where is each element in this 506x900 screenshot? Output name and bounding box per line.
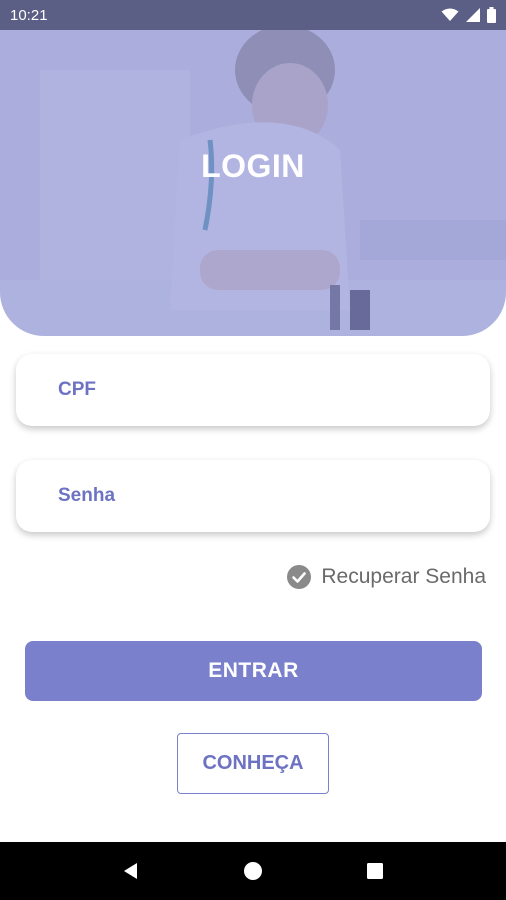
home-icon[interactable] (243, 861, 263, 881)
header-banner: LOGIN (0, 30, 506, 336)
recover-password-link[interactable]: Recuperar Senha (287, 565, 486, 589)
back-icon[interactable] (121, 861, 141, 881)
status-time: 10:21 (10, 6, 48, 24)
status-icons (441, 7, 496, 23)
status-bar: 10:21 (0, 0, 506, 30)
password-field[interactable] (16, 460, 490, 532)
recover-password-label: Recuperar Senha (321, 565, 486, 588)
learn-more-button[interactable]: CONHEÇA (177, 733, 329, 794)
cpf-input[interactable] (56, 378, 490, 402)
page-title: LOGIN (201, 148, 305, 184)
navigation-bar (0, 842, 506, 900)
check-circle-icon (287, 565, 312, 589)
enter-button[interactable]: ENTRAR (25, 641, 482, 701)
password-input[interactable] (56, 484, 490, 508)
cpf-field[interactable] (16, 354, 490, 426)
wifi-icon (441, 8, 459, 21)
signal-icon (466, 8, 480, 22)
battery-icon (487, 7, 496, 23)
recents-icon[interactable] (365, 861, 385, 881)
